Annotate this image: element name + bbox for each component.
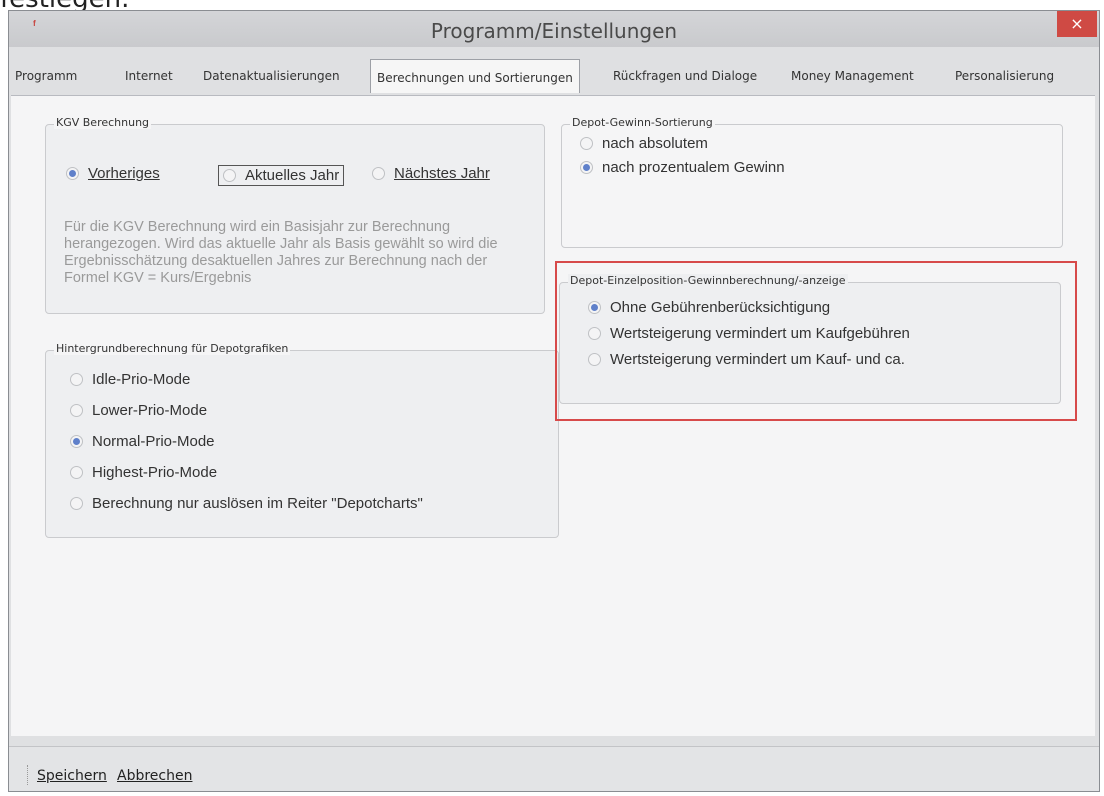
kgv-group-title: KGV Berechnung (54, 116, 152, 129)
depot-sort-group: Depot-Gewinn-Sortierung nach absolutem n… (561, 116, 1063, 248)
kgv-group: KGV Berechnung Vorheriges Aktuelles Jahr… (45, 116, 545, 314)
kgv-option-aktuelles-jahr-label: Aktuelles Jahr (245, 167, 340, 184)
hintergrund-group: Hintergrundberechnung für Depotgrafiken … (45, 342, 559, 538)
window-title: Programm/Einstellungen (430, 19, 678, 43)
red-highlight-frame (555, 261, 1077, 421)
tab-programm[interactable]: Programm (9, 63, 83, 90)
kgv-option-aktuelles-jahr[interactable]: Aktuelles Jahr (218, 165, 345, 186)
radio-unchecked-icon[interactable] (70, 404, 83, 417)
tab-internet[interactable]: Internet (119, 63, 179, 90)
title-bar: ᶠ Programm/Einstellungen × (9, 11, 1099, 47)
hintergrund-option-depotcharts-label: Berechnung nur auslösen im Reiter "Depot… (92, 495, 423, 512)
close-button[interactable]: × (1057, 11, 1097, 37)
depot-sort-option-absolut-label: nach absolutem (602, 135, 708, 152)
tab-rueckfragen[interactable]: Rückfragen und Dialoge (607, 63, 763, 90)
depot-sort-option-prozentual-label: nach prozentualem Gewinn (602, 159, 785, 176)
tab-money-management[interactable]: Money Management (785, 63, 920, 90)
hintergrund-option-normal-label: Normal-Prio-Mode (92, 433, 215, 450)
hintergrund-option-lower-label: Lower-Prio-Mode (92, 402, 208, 419)
tab-personalisierung[interactable]: Personalisierung (949, 63, 1060, 90)
focus-rectangle: Aktuelles Jahr (218, 165, 345, 186)
tab-strip: Programm Internet Datenaktualisierungen … (9, 47, 1099, 99)
depot-sort-option-absolut[interactable]: nach absolutem (580, 135, 708, 152)
hintergrund-option-highest-label: Highest-Prio-Mode (92, 464, 218, 481)
hintergrund-option-depotcharts[interactable]: Berechnung nur auslösen im Reiter "Depot… (70, 495, 423, 512)
radio-unchecked-icon[interactable] (372, 167, 385, 180)
settings-window: ᶠ Programm/Einstellungen × Programm Inte… (8, 10, 1100, 792)
radio-unchecked-icon[interactable] (70, 373, 83, 386)
cancel-button[interactable]: Abbrechen (117, 768, 192, 784)
depot-sort-group-title: Depot-Gewinn-Sortierung (570, 116, 715, 129)
save-button[interactable]: Speichern (37, 768, 107, 784)
radio-checked-icon[interactable] (580, 161, 593, 174)
hintergrund-option-idle-label: Idle-Prio-Mode (92, 371, 191, 388)
radio-unchecked-icon[interactable] (70, 466, 83, 479)
kgv-description: Für die KGV Berechnung wird ein Basisjah… (64, 219, 498, 286)
tab-datenaktualisierungen[interactable]: Datenaktualisierungen (197, 63, 346, 90)
kgv-option-naechstes-jahr[interactable]: Nächstes Jahr (372, 165, 490, 182)
hintergrund-option-lower[interactable]: Lower-Prio-Mode (70, 402, 207, 419)
kgv-option-vorheriges[interactable]: Vorheriges (66, 165, 160, 182)
hintergrund-option-normal[interactable]: Normal-Prio-Mode (70, 433, 215, 450)
radio-checked-icon[interactable] (70, 435, 83, 448)
radio-unchecked-icon[interactable] (70, 497, 83, 510)
radio-checked-icon[interactable] (66, 167, 79, 180)
depot-sort-option-prozentual[interactable]: nach prozentualem Gewinn (580, 159, 785, 176)
tab-berechnungen[interactable]: Berechnungen und Sortierungen (370, 59, 580, 93)
toolbar-grip-icon (27, 765, 30, 785)
radio-unchecked-icon[interactable] (580, 137, 593, 150)
hintergrund-option-idle[interactable]: Idle-Prio-Mode (70, 371, 190, 388)
radio-unchecked-icon[interactable] (223, 169, 236, 182)
bottom-toolbar: Speichern Abbrechen (9, 746, 1099, 791)
kgv-option-vorheriges-label: Vorheriges (88, 165, 160, 182)
hintergrund-group-title: Hintergrundberechnung für Depotgrafiken (54, 342, 291, 355)
hintergrund-option-highest[interactable]: Highest-Prio-Mode (70, 464, 217, 481)
kgv-option-naechstes-jahr-label: Nächstes Jahr (394, 165, 490, 182)
